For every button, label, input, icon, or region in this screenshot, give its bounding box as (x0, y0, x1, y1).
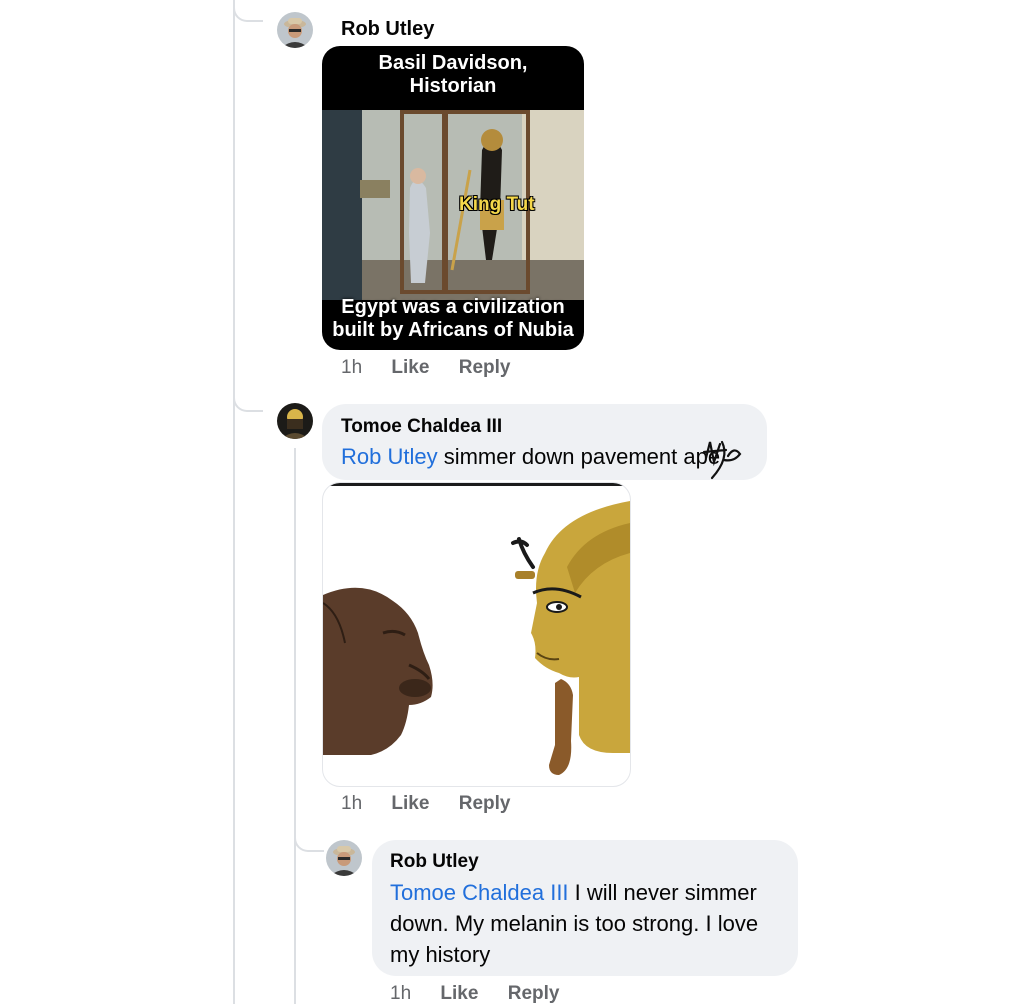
thread-elbow-1 (233, 0, 263, 22)
reply-button[interactable]: Reply (459, 793, 511, 815)
comment-time: 1h (341, 357, 363, 378)
author-name[interactable]: Rob Utley (341, 18, 434, 41)
scribble-mark-icon (702, 440, 742, 480)
avatar[interactable] (326, 840, 362, 876)
comment-actions: 1h Like Reply (341, 793, 534, 815)
mention-link[interactable]: Rob Utley (341, 444, 438, 469)
like-button[interactable]: Like (391, 357, 429, 379)
reply-button[interactable]: Reply (459, 357, 511, 379)
reply-button[interactable]: Reply (508, 983, 560, 1005)
ape-and-pharaoh-illustration-icon (323, 483, 630, 775)
thread-elbow-2 (233, 380, 263, 412)
comment-actions: 1h Like Reply (341, 357, 534, 379)
thread-elbow-3 (294, 820, 324, 852)
comment-bubble: Rob Utley Tomoe Chaldea III I will never… (372, 840, 798, 976)
avatar[interactable] (277, 403, 313, 439)
comment-time: 1h (390, 983, 412, 1004)
avatar-photo-icon (326, 840, 362, 876)
image-caption-line: built by Africans of Nubia (332, 319, 574, 341)
avatar-photo-icon (277, 12, 313, 48)
avatar[interactable] (277, 12, 313, 48)
museum-photo-icon (322, 110, 584, 300)
author-name[interactable]: Rob Utley (390, 851, 479, 873)
comment-body-line: I will never simmer (568, 880, 757, 905)
comment-body-line: down. My melanin is too strong. I love (390, 911, 759, 936)
like-button[interactable]: Like (391, 793, 429, 815)
comment-actions: 1h Like Reply (390, 983, 583, 1005)
comment-time: 1h (341, 793, 363, 814)
comment-text: Rob Utley simmer down pavement ape (341, 441, 720, 472)
image-attachment[interactable]: Basil Davidson, Historian King Tut Egypt… (322, 46, 584, 350)
image-header-line: Basil Davidson, (378, 52, 528, 74)
thread-line-reply (294, 448, 296, 1004)
image-header-line: Historian (409, 75, 497, 97)
comment-body: simmer down pavement ape (443, 444, 721, 469)
author-name[interactable]: Tomoe Chaldea III (341, 416, 502, 438)
king-tut-label: King Tut (459, 194, 535, 215)
meme-image-attachment[interactable] (322, 482, 631, 787)
like-button[interactable]: Like (440, 983, 478, 1005)
comment-text: Tomoe Chaldea III I will never simmer do… (390, 877, 758, 970)
avatar-photo-icon (277, 403, 313, 439)
image-caption-line: Egypt was a civilization (341, 296, 565, 318)
comment-body-line: my history (390, 942, 491, 967)
mention-link[interactable]: Tomoe Chaldea III (390, 880, 569, 905)
thread-line-main (233, 0, 235, 1004)
comment-bubble: Tomoe Chaldea III Rob Utley simmer down … (322, 404, 767, 480)
